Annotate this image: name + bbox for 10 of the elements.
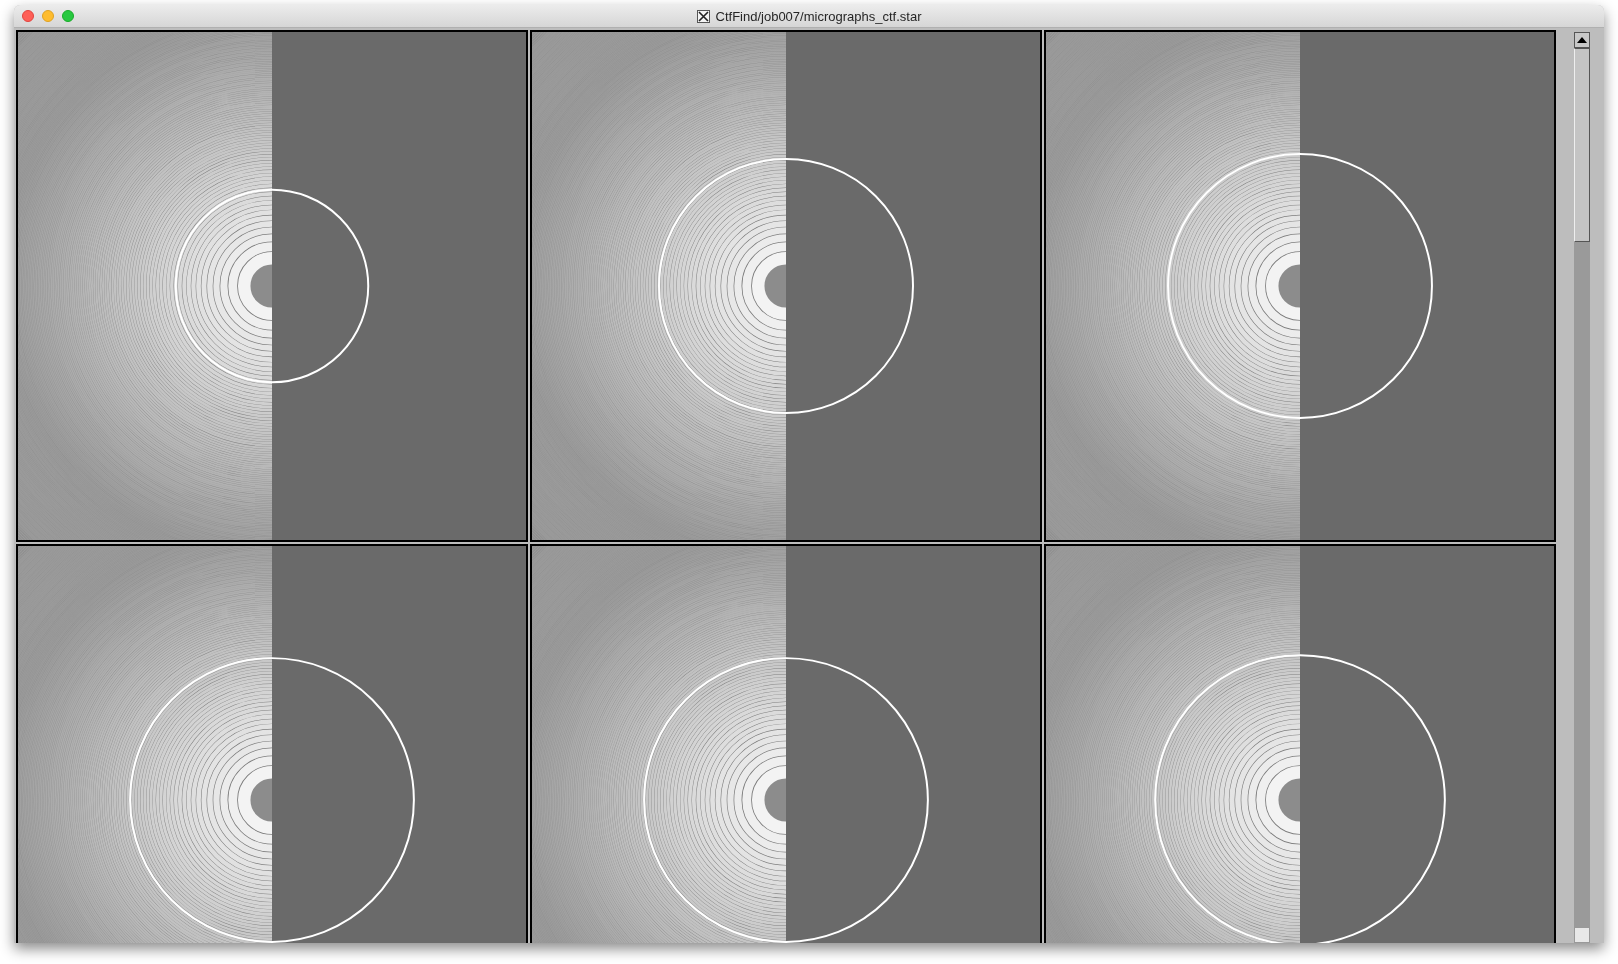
scroll-up-button[interactable] [1574, 32, 1590, 48]
window-title: CtfFind/job007/micrographs_ctf.star [715, 7, 922, 26]
up-arrow-icon [1577, 37, 1587, 43]
x11-app-icon [696, 10, 710, 23]
zoom-button[interactable] [62, 10, 74, 22]
scrollbar-thumb[interactable] [1574, 48, 1590, 242]
close-button[interactable] [22, 10, 34, 22]
resize-grip[interactable] [1574, 927, 1590, 943]
scrollbar[interactable] [1562, 30, 1602, 943]
minimize-button[interactable] [42, 10, 54, 22]
